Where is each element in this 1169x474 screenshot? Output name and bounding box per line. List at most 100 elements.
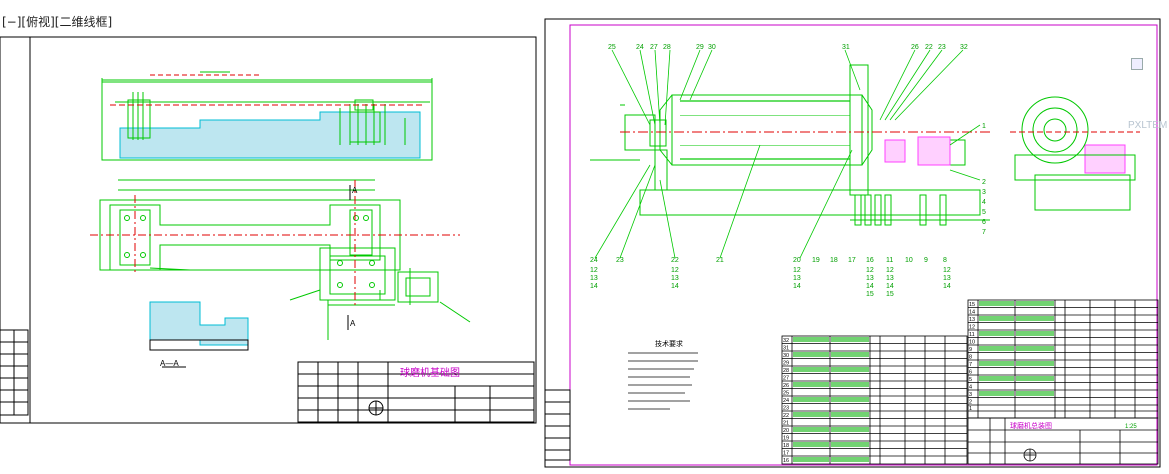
- svg-text:1: 1: [969, 406, 972, 412]
- svg-text:22: 22: [783, 413, 789, 419]
- left-margin-table: [0, 329, 29, 416]
- svg-text:10: 10: [969, 340, 975, 346]
- svg-text:13: 13: [886, 275, 894, 282]
- right-margin-table: [544, 389, 571, 461]
- svg-text:2: 2: [969, 400, 972, 406]
- callout-24: 24: [636, 44, 644, 51]
- parts-list-left-fills: [793, 337, 869, 462]
- svg-text:5: 5: [982, 209, 986, 216]
- section-mark-bottom: A: [350, 319, 356, 328]
- left-title-text: 球磨机基础图: [400, 366, 460, 379]
- svg-text:3: 3: [969, 392, 972, 398]
- svg-text:1: 1: [982, 123, 986, 130]
- callout-22: 22: [925, 44, 933, 51]
- svg-text:31: 31: [783, 346, 789, 352]
- svg-text:26: 26: [783, 383, 789, 389]
- svg-text:17: 17: [783, 451, 789, 457]
- notes-lines: [628, 352, 698, 410]
- svg-text:27: 27: [783, 376, 789, 382]
- callout-b20: 20: [793, 257, 801, 264]
- foundation-elevation: [101, 78, 433, 161]
- callout-23: 23: [938, 44, 946, 51]
- svg-text:14: 14: [866, 283, 874, 290]
- svg-text:29: 29: [783, 361, 789, 367]
- svg-text:28: 28: [783, 368, 789, 374]
- svg-text:23: 23: [783, 406, 789, 412]
- section-label: A—A: [160, 359, 179, 368]
- callout-b18: 18: [830, 257, 838, 264]
- svg-text:12: 12: [866, 267, 874, 274]
- right-callouts: 1 2 3 4 5 6 7: [982, 123, 986, 236]
- svg-text:20: 20: [783, 428, 789, 434]
- svg-text:14: 14: [886, 283, 894, 290]
- svg-text:12: 12: [886, 267, 894, 274]
- top-callouts: 25 24 27 28 29 30 31 26 22 23 32: [608, 44, 968, 51]
- right-sheet: 25 24 27 28 29 30 31 26 22 23 32 24 23 2…: [544, 18, 1161, 468]
- svg-text:13: 13: [866, 275, 874, 282]
- parts-right-indices: 15 14 13 12 11 10 9 8 7 6 5 4 3 2 1: [969, 302, 975, 412]
- svg-text:15: 15: [886, 291, 894, 298]
- svg-text:13: 13: [793, 275, 801, 282]
- svg-text:14: 14: [590, 283, 598, 290]
- svg-text:2: 2: [982, 179, 986, 186]
- svg-text:16: 16: [783, 458, 789, 464]
- svg-text:11: 11: [969, 332, 975, 338]
- callout-b9: 9: [924, 257, 928, 264]
- parts-left-indices: 32 31 30 29 28 27 26 25 24 23 22 21 20 1…: [783, 338, 789, 464]
- cad-drawing-canvas[interactable]: A A A—A 球磨机基础图 25 24 27 28 29 30 31 26 2…: [0, 0, 1169, 474]
- callout-28: 28: [663, 44, 671, 51]
- svg-text:30: 30: [783, 353, 789, 359]
- svg-text:12: 12: [969, 325, 975, 331]
- callout-b21: 21: [716, 257, 724, 264]
- svg-text:13: 13: [671, 275, 679, 282]
- callout-29: 29: [696, 44, 704, 51]
- callout-30: 30: [708, 44, 716, 51]
- svg-text:4: 4: [969, 385, 972, 391]
- callout-31: 31: [842, 44, 850, 51]
- callout-b17: 17: [848, 257, 856, 264]
- side-panel-label: PXLTEM: [1128, 120, 1168, 131]
- callout-b22: 22: [671, 257, 679, 264]
- callout-b24: 24: [590, 257, 598, 264]
- callout-b11: 11: [886, 257, 893, 264]
- notes-heading: 技术要求: [655, 339, 683, 348]
- svg-text:15: 15: [866, 291, 874, 298]
- section-a-a: A—A: [149, 301, 249, 368]
- svg-text:13: 13: [590, 275, 598, 282]
- svg-text:12: 12: [671, 267, 679, 274]
- svg-text:25: 25: [783, 391, 789, 397]
- svg-text:9: 9: [969, 347, 972, 353]
- svg-text:7: 7: [969, 362, 972, 368]
- svg-text:4: 4: [982, 199, 986, 206]
- svg-text:32: 32: [783, 338, 789, 344]
- mill-liner-pattern: [680, 100, 850, 160]
- svg-text:7: 7: [982, 229, 986, 236]
- callout-b19: 19: [812, 257, 820, 264]
- callout-27: 27: [650, 44, 658, 51]
- bottom-callouts: 24 23 22 21 20 19 18 17 16 11 10 9 8: [590, 257, 947, 264]
- svg-text:3: 3: [982, 189, 986, 196]
- svg-text:12: 12: [793, 267, 801, 274]
- svg-text:13: 13: [943, 275, 951, 282]
- svg-text:14: 14: [969, 310, 975, 316]
- svg-text:14: 14: [793, 283, 801, 290]
- svg-text:19: 19: [783, 436, 789, 442]
- svg-text:15: 15: [969, 302, 975, 308]
- viewport-cube-icon[interactable]: [1131, 58, 1143, 70]
- svg-text:18: 18: [783, 443, 789, 449]
- callout-b10: 10: [905, 257, 913, 264]
- svg-text:21: 21: [783, 421, 789, 427]
- svg-text:6: 6: [982, 219, 986, 226]
- callout-32: 32: [960, 44, 968, 51]
- right-title-text: 球磨机总装图: [1010, 421, 1052, 430]
- svg-text:13: 13: [969, 317, 975, 323]
- callout-25: 25: [608, 44, 616, 51]
- left-sheet: A A A—A 球磨机基础图: [0, 36, 537, 424]
- svg-text:14: 14: [943, 283, 951, 290]
- section-mark-top: A: [352, 186, 358, 195]
- svg-text:8: 8: [969, 355, 972, 361]
- callout-b23: 23: [616, 257, 624, 264]
- callout-26: 26: [911, 44, 919, 51]
- stack-callouts: 12 13 14 12 13 14 12 13 14 12 13 14 15 1…: [590, 267, 951, 298]
- svg-text:5: 5: [969, 377, 972, 383]
